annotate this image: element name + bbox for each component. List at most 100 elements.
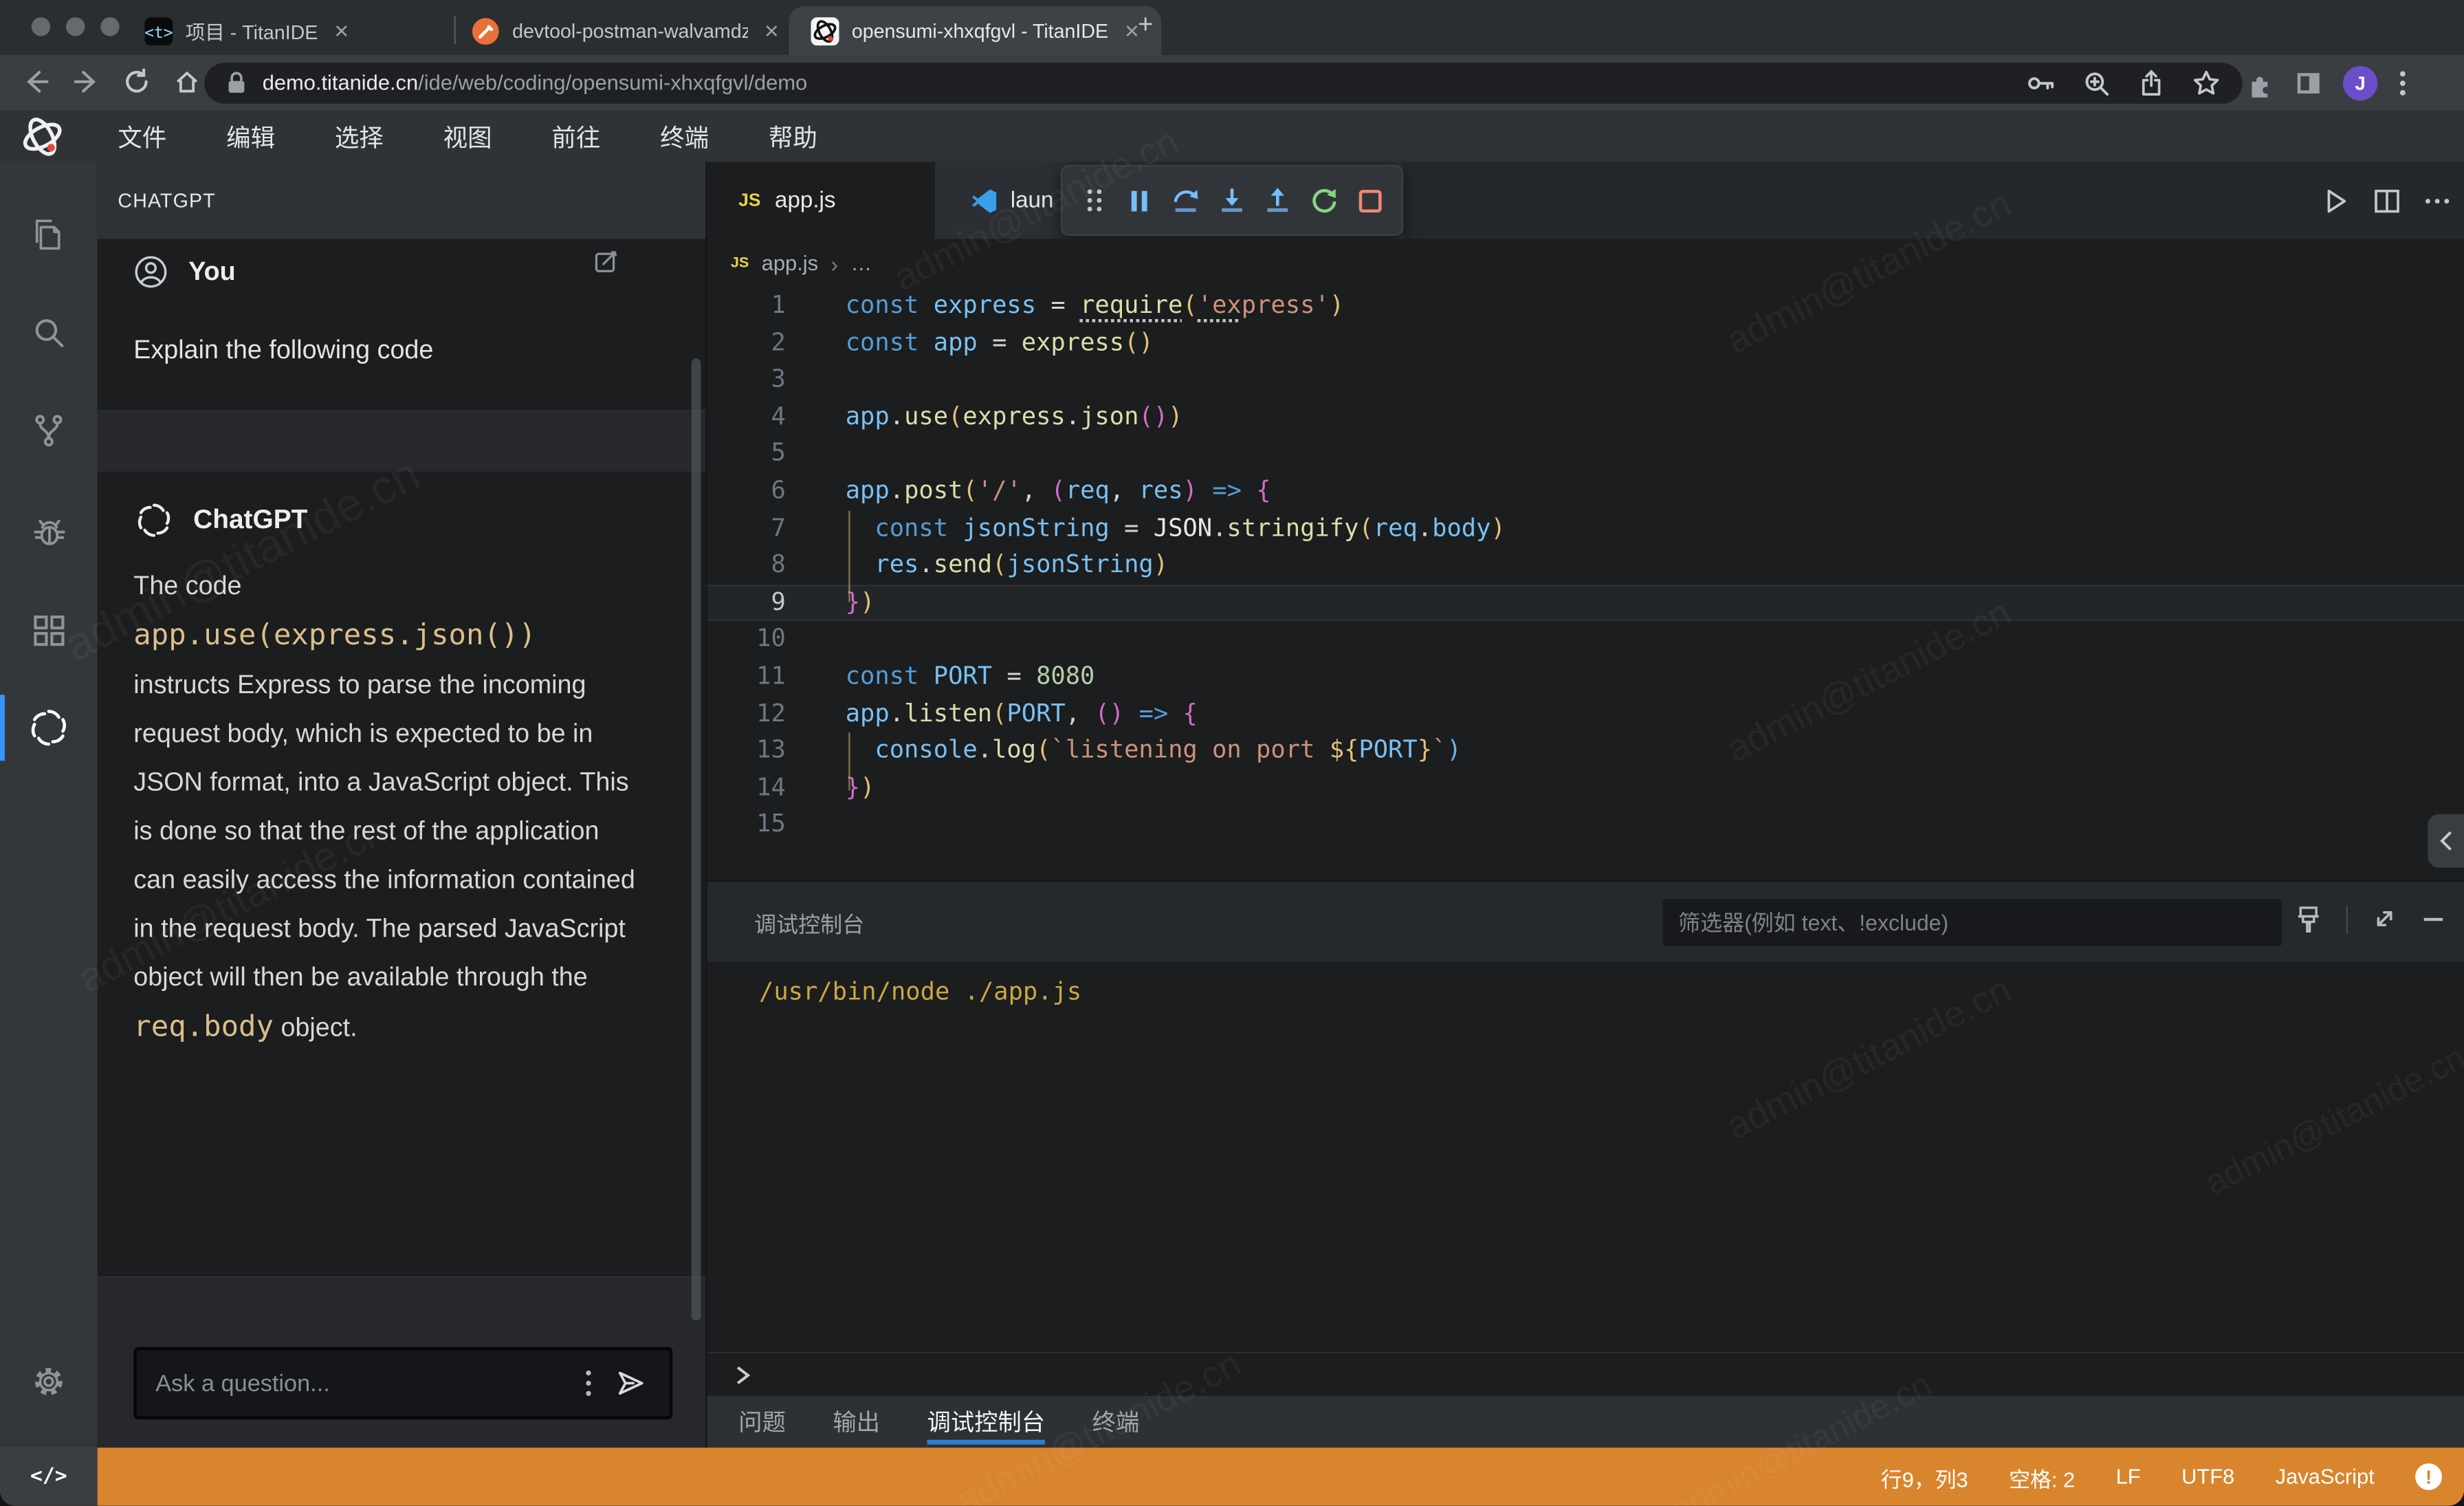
notification-icon[interactable]: ! (2415, 1463, 2442, 1490)
input-options-icon[interactable] (584, 1369, 592, 1397)
sidebar-item-settings[interactable] (0, 1344, 98, 1419)
code-line-14[interactable]: 14}) (707, 770, 2464, 807)
sidepanel-icon[interactable] (2294, 69, 2322, 98)
address-bar[interactable]: demo.titanide.cn/ide/web/coding/opensumi… (204, 62, 2243, 102)
line-number[interactable]: 1 (707, 287, 786, 325)
pause-icon[interactable] (1124, 183, 1156, 217)
panel-tab-terminal[interactable]: 终端 (1092, 1396, 1140, 1448)
status-language[interactable]: JavaScript (2276, 1465, 2375, 1488)
minimize-panel-icon[interactable] (2421, 906, 2445, 932)
status-encoding[interactable]: UTF8 (2181, 1465, 2234, 1488)
sidebar-item-source-control[interactable] (0, 393, 98, 468)
breadcrumb-more[interactable]: … (850, 252, 872, 275)
line-number[interactable]: 11 (707, 659, 786, 696)
line-number[interactable]: 8 (707, 547, 786, 585)
window-minimize-button[interactable] (66, 17, 85, 36)
chat-input[interactable] (137, 1370, 584, 1397)
reload-icon[interactable] (122, 67, 151, 96)
line-number[interactable]: 10 (707, 622, 786, 659)
code-line-9[interactable]: 9}) (707, 585, 2464, 622)
browser-tab-1[interactable]: <t> 项目 - TitanIDE ✕ (144, 6, 349, 55)
run-icon[interactable] (2320, 185, 2351, 217)
restart-icon[interactable] (1308, 183, 1340, 217)
line-number[interactable]: 14 (707, 770, 786, 807)
menu-view[interactable]: 视图 (413, 110, 522, 162)
clear-console-icon[interactable] (2294, 904, 2322, 933)
code-line-13[interactable]: 13 console.log(`listening on port ${PORT… (707, 732, 2464, 770)
line-number[interactable]: 12 (707, 695, 786, 732)
line-number[interactable]: 7 (707, 510, 786, 547)
console-filter-input[interactable] (1662, 910, 2282, 935)
drag-grip-icon[interactable] (1078, 183, 1110, 217)
sidebar-item-extensions[interactable] (0, 593, 98, 668)
debug-console-output[interactable]: /usr/bin/node ./app.js (707, 962, 2464, 1352)
status-eol[interactable]: LF (2116, 1465, 2141, 1488)
status-cursor-position[interactable]: 行9，列3 (1881, 1461, 1968, 1493)
send-icon[interactable] (615, 1368, 648, 1399)
code-editor[interactable]: 1const express = require('express')2cons… (707, 287, 2464, 880)
line-number[interactable]: 2 (707, 325, 786, 362)
sidebar-item-search[interactable] (0, 296, 98, 371)
split-editor-icon[interactable] (2371, 185, 2403, 217)
star-icon[interactable] (2192, 68, 2221, 96)
code-line-10[interactable]: 10 (707, 622, 2464, 659)
menu-help[interactable]: 帮助 (738, 110, 847, 162)
sidebar-item-chatgpt[interactable] (0, 690, 98, 765)
menu-edit[interactable]: 编辑 (197, 110, 305, 162)
tab-close-icon[interactable]: ✕ (333, 20, 349, 42)
titanide-logo-icon[interactable] (19, 112, 66, 160)
console-input-row[interactable] (707, 1352, 2464, 1396)
code-line-3[interactable]: 3 (707, 362, 2464, 399)
step-out-icon[interactable] (1262, 183, 1294, 217)
line-number[interactable]: 13 (707, 732, 786, 770)
extensions-puzzle-icon[interactable] (2244, 68, 2274, 98)
collapse-right-handle[interactable] (2428, 814, 2464, 868)
step-over-icon[interactable] (1170, 183, 1202, 217)
code-line-12[interactable]: 12app.listen(PORT, () => { (707, 695, 2464, 732)
code-tag-icon[interactable]: </> (0, 1448, 98, 1506)
share-icon[interactable] (2137, 68, 2166, 96)
status-indentation[interactable]: 空格: 2 (2009, 1461, 2075, 1493)
line-number[interactable]: 3 (707, 362, 786, 399)
editor-tab-appjs[interactable]: JS app.js (707, 162, 935, 239)
line-number[interactable]: 9 (707, 585, 786, 622)
key-icon[interactable] (2025, 70, 2055, 96)
url-text[interactable]: demo.titanide.cn/ide/web/coding/opensumi… (263, 71, 807, 94)
code-line-4[interactable]: 4app.use(express.json()) (707, 399, 2464, 436)
menu-go[interactable]: 前往 (522, 110, 630, 162)
new-tab-button[interactable]: + (1138, 10, 1154, 41)
stop-icon[interactable] (1354, 183, 1386, 217)
chat-scrollbar[interactable] (692, 358, 701, 1320)
sidebar-item-files[interactable] (0, 197, 98, 272)
code-line-1[interactable]: 1const express = require('express') (707, 287, 2464, 325)
code-line-15[interactable]: 15 (707, 807, 2464, 844)
more-actions-icon[interactable] (2423, 196, 2452, 206)
edit-message-icon[interactable] (594, 248, 619, 274)
code-line-6[interactable]: 6app.post('/', (req, res) => { (707, 473, 2464, 510)
home-icon[interactable] (173, 67, 201, 96)
code-line-5[interactable]: 5 (707, 436, 2464, 473)
panel-tab-problems[interactable]: 问题 (738, 1396, 786, 1448)
menu-file[interactable]: 文件 (88, 110, 197, 162)
sidebar-item-debug[interactable] (0, 495, 98, 571)
breadcrumb[interactable]: JS app.js › … (707, 239, 2464, 287)
line-number[interactable]: 6 (707, 473, 786, 510)
back-icon[interactable] (22, 67, 50, 96)
code-line-11[interactable]: 11const PORT = 8080 (707, 659, 2464, 696)
browser-tab-3[interactable]: opensumi-xhxqfgvl - TitanIDE ✕ (789, 6, 1161, 55)
menu-terminal[interactable]: 终端 (630, 110, 739, 162)
code-line-7[interactable]: 7 const jsonString = JSON.stringify(req.… (707, 510, 2464, 547)
panel-tab-output[interactable]: 输出 (833, 1396, 880, 1448)
menu-dots-icon[interactable] (2398, 69, 2408, 98)
avatar[interactable]: J (2343, 66, 2377, 100)
tab-close-icon[interactable]: ✕ (764, 20, 780, 42)
menu-selection[interactable]: 选择 (305, 110, 413, 162)
step-into-icon[interactable] (1216, 183, 1248, 217)
forward-icon[interactable] (72, 67, 100, 96)
breadcrumb-file[interactable]: app.js (762, 252, 818, 275)
line-number[interactable]: 4 (707, 399, 786, 436)
line-number[interactable]: 5 (707, 436, 786, 473)
zoom-in-icon[interactable] (2082, 68, 2111, 96)
line-number[interactable]: 15 (707, 807, 786, 844)
browser-tab-2[interactable]: devtool-postman-walvamdz - T ✕ (472, 6, 780, 55)
